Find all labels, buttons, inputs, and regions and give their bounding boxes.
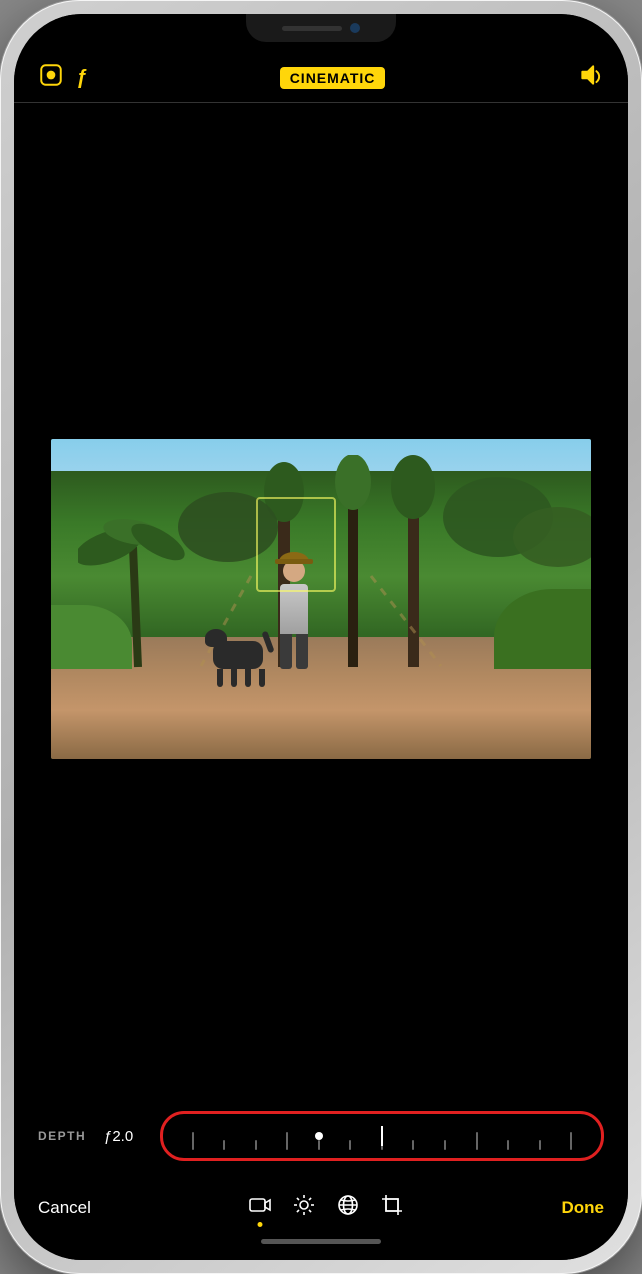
active-dot-indicator: [258, 1222, 263, 1227]
tick-6: [349, 1140, 351, 1150]
dog-leg-1: [217, 669, 223, 687]
tick-12: [539, 1140, 541, 1150]
tick-10: [476, 1132, 478, 1150]
person-body: [280, 584, 308, 634]
fstop-value: ƒ2.0: [104, 1128, 144, 1145]
depth-label: DEPTH: [38, 1129, 88, 1143]
dog-leg-3: [245, 669, 251, 687]
dog-subject: [213, 641, 263, 669]
notch: [246, 14, 396, 42]
cancel-button[interactable]: Cancel: [38, 1198, 91, 1218]
depth-slider-container: [160, 1111, 604, 1161]
video-area[interactable]: [14, 103, 628, 1095]
tick-4: [286, 1132, 288, 1150]
adjustments-icon[interactable]: [292, 1193, 316, 1223]
tick-8: [412, 1140, 414, 1150]
home-indicator-area: [14, 1231, 628, 1260]
tick-5: [318, 1140, 320, 1150]
dog-legs: [217, 669, 265, 687]
tick-3: [255, 1140, 257, 1150]
top-bar: ƒ CINEMATIC: [14, 58, 628, 102]
slider-center-line: [381, 1126, 383, 1146]
slider-position-dot: [315, 1132, 323, 1140]
phone-frame: ƒ CINEMATIC: [0, 0, 642, 1274]
crop-icon[interactable]: [380, 1193, 404, 1223]
filters-icon[interactable]: [336, 1193, 360, 1223]
cinematic-video-icon[interactable]: [248, 1193, 272, 1223]
tick-11: [507, 1140, 509, 1150]
depth-row: DEPTH ƒ2.0: [38, 1111, 604, 1161]
person-leg-right: [296, 634, 308, 669]
dog-leg-2: [231, 669, 237, 687]
tick-13: [570, 1132, 572, 1150]
person-legs: [280, 634, 308, 669]
flash-icon[interactable]: ƒ: [76, 67, 87, 90]
phone-screen: ƒ CINEMATIC: [14, 14, 628, 1260]
top-bar-left: ƒ: [38, 62, 87, 94]
focus-indicator: [256, 497, 336, 592]
bottom-toolbar: Cancel: [14, 1181, 628, 1231]
dog-leg-4: [259, 669, 265, 687]
dog-body: [213, 641, 263, 669]
speaker-grille: [282, 26, 342, 31]
notch-area: [14, 14, 628, 58]
toolbar-icons: [248, 1193, 404, 1223]
tick-1: [192, 1132, 194, 1150]
dog-head: [205, 629, 227, 647]
home-bar: [261, 1239, 381, 1244]
live-photo-icon[interactable]: [38, 62, 64, 94]
controls-area: DEPTH ƒ2.0: [14, 1095, 628, 1181]
sound-icon[interactable]: [578, 62, 604, 94]
tick-2: [223, 1140, 225, 1150]
done-button[interactable]: Done: [561, 1198, 604, 1218]
person-leg-left: [280, 634, 292, 669]
video-frame[interactable]: [51, 439, 591, 759]
cinematic-mode-badge[interactable]: CINEMATIC: [280, 67, 386, 89]
front-camera-dot: [350, 23, 360, 33]
depth-slider-track[interactable]: [173, 1122, 591, 1150]
tick-9: [444, 1140, 446, 1150]
depth-slider-outline: [160, 1111, 604, 1161]
